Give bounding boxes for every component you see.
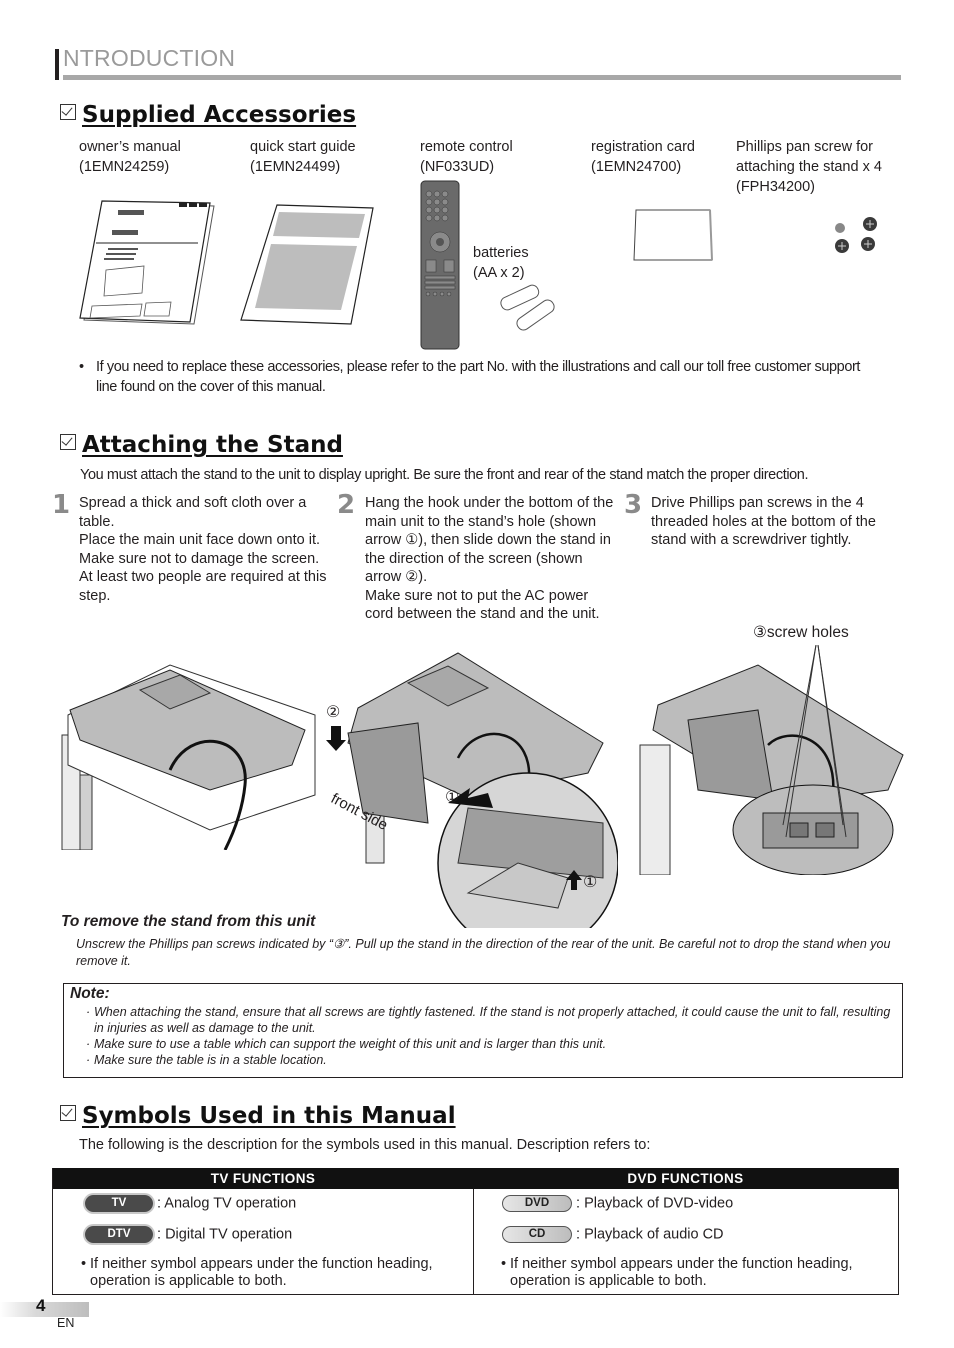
step-3-illustration (638, 645, 914, 875)
accessory-name: Phillips pan screw for (736, 139, 873, 155)
tv-badge: TV (85, 1195, 153, 1212)
accessory-name-cont: attaching the stand x 4 (736, 159, 882, 175)
note-item: · Make sure to use a table which can supp… (86, 1037, 607, 1051)
bullet: • (501, 1256, 507, 1272)
tv-symbol-note: • If neither symbol appears under the fu… (81, 1256, 471, 1290)
dvd-badge: DVD (502, 1195, 572, 1212)
bullet: • (81, 1256, 87, 1272)
accessory-part-no: (1EMN24259) (79, 159, 170, 175)
step-3-text: Drive Phillips pan screws in the 4 threa… (651, 495, 876, 548)
accessory-part-no: (FPH34200) (736, 179, 815, 195)
accessory-part-no: (NF033UD) (420, 159, 495, 175)
note-item-text: Make sure to use a table which can suppo… (94, 1037, 607, 1051)
checkbox-icon (60, 1105, 76, 1121)
note-item-text: When attaching the stand, ensure that al… (94, 1005, 891, 1035)
symbol-row: DVD : Playback of DVD-video (502, 1195, 733, 1212)
header-accent-bar (55, 49, 59, 80)
bullet: • (79, 359, 84, 375)
arrow-1-callout: ① (445, 789, 460, 806)
accessory-phillips-screws: Phillips pan screw for attaching the sta… (736, 137, 882, 197)
symbol-desc: : Analog TV operation (157, 1195, 297, 1212)
note-item: · Make sure the table is in a stable loca… (86, 1053, 327, 1067)
dvd-functions-column: DVD FUNCTIONS DVD : Playback of DVD-vide… (473, 1168, 899, 1294)
note-item-text: Make sure the table is in a stable locat… (94, 1053, 327, 1067)
batteries-icon (495, 283, 565, 333)
accessory-quick-start-guide: quick start guide (1EMN24499) (250, 137, 356, 177)
dvd-symbol-note: • If neither symbol appears under the fu… (501, 1256, 896, 1290)
step-number: 2 (337, 490, 356, 520)
step-number: 3 (624, 490, 643, 520)
note-text: If neither symbol appears under the func… (90, 1256, 433, 1289)
accessory-name: owner’s manual (79, 139, 181, 155)
heading-text: Symbols Used in this Manual (82, 1103, 456, 1129)
supplied-accessories-heading: Supplied Accessories (60, 102, 356, 128)
accessory-name: registration card (591, 139, 695, 155)
symbol-desc: : Digital TV operation (157, 1226, 293, 1243)
tv-functions-header: TV FUNCTIONS (53, 1168, 473, 1189)
step-2-illustration (318, 648, 618, 928)
remove-stand-title: To remove the stand from this unit (61, 913, 316, 930)
symbol-desc: : Playback of audio CD (576, 1226, 724, 1243)
accessory-remote-control: remote control (NF033UD) (420, 137, 513, 177)
symbol-desc: : Playback of DVD-video (576, 1195, 734, 1212)
batteries-name: batteries (473, 245, 529, 261)
batteries-qty: (AA x 2) (473, 265, 525, 281)
arrow-2-callout: ② (326, 704, 341, 721)
symbol-row: TV : Analog TV operation (85, 1195, 296, 1212)
symbols-table: TV FUNCTIONS TV : Analog TV operation DT… (52, 1168, 899, 1295)
accessory-part-no: (1EMN24499) (250, 159, 341, 175)
page-language: EN (57, 1316, 75, 1330)
header-rule (63, 75, 901, 80)
page-section-title: NTRODUCTION (63, 45, 236, 71)
note-text: If neither symbol appears under the func… (510, 1256, 853, 1289)
attaching-stand-heading: Attaching the Stand (60, 432, 343, 458)
accessory-part-no: (1EMN24700) (591, 159, 682, 175)
note-item: · When attaching the stand, ensure that a… (86, 1005, 891, 1035)
batteries-label: batteries (AA x 2) (473, 243, 529, 283)
manual-booklet-icon (76, 198, 216, 328)
note-title: Note: (70, 985, 110, 1002)
step-2-text: Hang the hook under the bottom of the ma… (365, 495, 614, 622)
step-number: 1 (52, 490, 71, 520)
note-list: · When attaching the stand, ensure that a… (86, 1004, 896, 1068)
accessories-replacement-note: • If you need to replace these accessori… (79, 357, 879, 397)
registration-card-icon (632, 208, 716, 264)
accessory-name: remote control (420, 139, 513, 155)
checkbox-icon (60, 434, 76, 450)
step-1-text: Spread a thick and soft cloth over a tab… (79, 495, 327, 604)
symbol-row: DTV : Digital TV operation (85, 1226, 292, 1243)
screws-icon (828, 214, 892, 258)
accessory-registration-card: registration card (1EMN24700) (591, 137, 695, 177)
dtv-badge: DTV (85, 1226, 153, 1243)
cd-badge: CD (502, 1226, 572, 1243)
symbols-intro: The following is the description for the… (79, 1137, 651, 1153)
symbol-row: CD : Playback of audio CD (502, 1226, 724, 1243)
arrow-1-detail-callout: ① (583, 874, 598, 891)
quick-guide-icon (237, 200, 377, 328)
tv-functions-column: TV FUNCTIONS TV : Analog TV operation DT… (52, 1168, 474, 1294)
attaching-stand-intro: You must attach the stand to the unit to… (80, 467, 809, 483)
step-1-illustration (60, 655, 320, 850)
note-box: Note: · When attaching the stand, ensure … (63, 983, 903, 1078)
screw-holes-callout: ③screw holes (753, 624, 849, 641)
remote-control-icon (420, 180, 460, 350)
note-text: If you need to replace these accessories… (96, 359, 861, 395)
accessory-owners-manual: owner’s manual (1EMN24259) (79, 137, 181, 177)
checkbox-icon (60, 104, 76, 120)
remove-stand-text: Unscrew the Phillips pan screws indicate… (76, 937, 891, 968)
accessory-name: quick start guide (250, 139, 356, 155)
dvd-functions-header: DVD FUNCTIONS (473, 1168, 898, 1189)
heading-text: Attaching the Stand (82, 432, 343, 458)
symbols-heading: Symbols Used in this Manual (60, 1103, 456, 1129)
page-number: 4 (36, 1296, 46, 1315)
heading-text: Supplied Accessories (82, 102, 357, 128)
